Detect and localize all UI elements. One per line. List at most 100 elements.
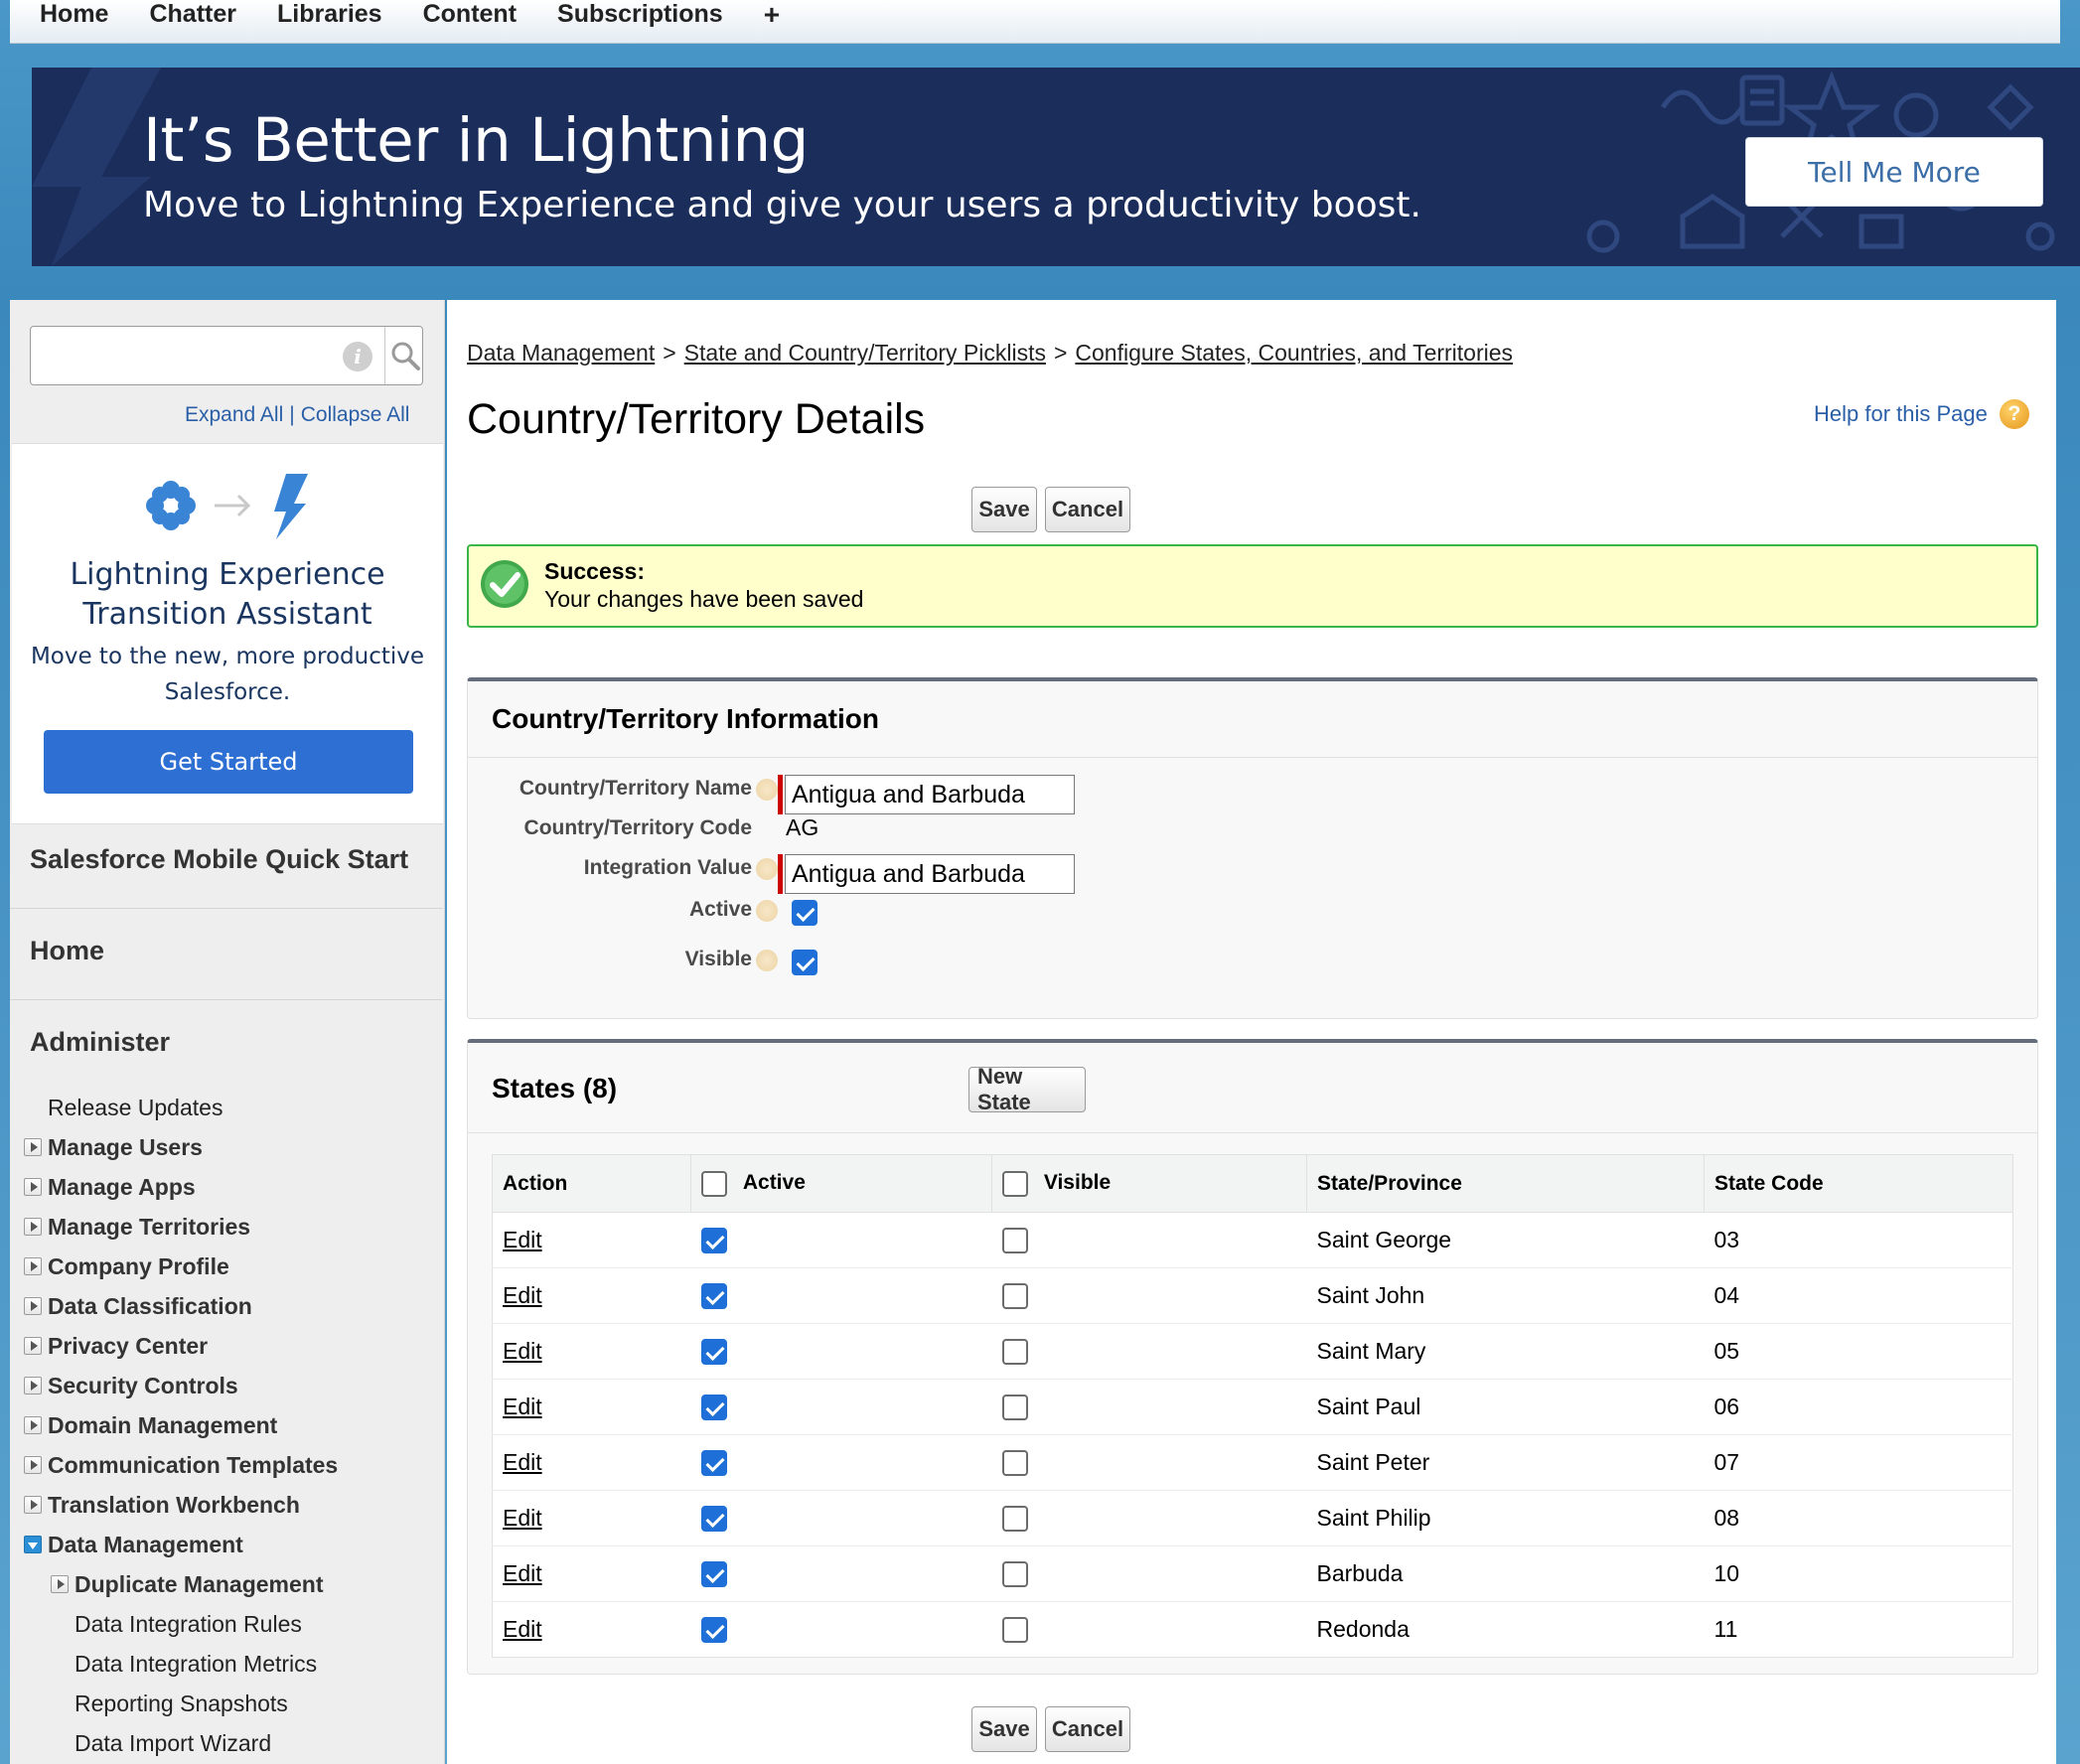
edit-link[interactable]: Edit: [503, 1449, 542, 1475]
row-active-checkbox[interactable]: [700, 1228, 727, 1254]
row-visible-checkbox[interactable]: [1001, 1617, 1028, 1644]
get-started-button[interactable]: Get Started: [44, 730, 413, 794]
tab-chatter[interactable]: Chatter: [149, 0, 236, 29]
collapse-toggle-icon[interactable]: [24, 1536, 42, 1553]
action-cell: Edit: [492, 1323, 691, 1380]
sidebar-item-manage-territories[interactable]: Manage Territories: [48, 1214, 250, 1241]
visible-checkbox[interactable]: [792, 950, 817, 975]
sidebar-item-manage-users[interactable]: Manage Users: [48, 1134, 203, 1161]
expand-toggle-icon[interactable]: [24, 1297, 42, 1315]
active-help-icon[interactable]: [756, 900, 778, 922]
row-active-checkbox[interactable]: [700, 1283, 727, 1310]
expand-toggle-icon[interactable]: [24, 1377, 42, 1395]
states-panel: States (8) New State Action Active Visib…: [467, 1039, 2038, 1675]
edit-link[interactable]: Edit: [503, 1227, 542, 1252]
sidebar-item-communication-templates[interactable]: Communication Templates: [48, 1452, 338, 1479]
sidebar-item-security-controls[interactable]: Security Controls: [48, 1373, 238, 1399]
save-button-bottom[interactable]: Save: [971, 1706, 1037, 1752]
select-all-active-checkbox[interactable]: [701, 1170, 727, 1197]
collapse-all-link[interactable]: Collapse All: [301, 403, 410, 426]
breadcrumb-data-management[interactable]: Data Management: [467, 340, 655, 366]
edit-link[interactable]: Edit: [503, 1616, 542, 1642]
visible-help-icon[interactable]: [756, 950, 778, 971]
mobile-quick-start-link[interactable]: Salesforce Mobile Quick Start: [30, 844, 408, 875]
row-active-checkbox[interactable]: [700, 1506, 727, 1533]
row-visible-checkbox[interactable]: [1001, 1506, 1028, 1533]
expand-toggle-icon[interactable]: [24, 1257, 42, 1275]
select-all-visible-checkbox[interactable]: [1002, 1170, 1028, 1197]
search-icon[interactable]: [388, 339, 422, 372]
tab-libraries[interactable]: Libraries: [277, 0, 382, 29]
sidebar-item-data-management[interactable]: Data Management: [48, 1532, 243, 1558]
breadcrumb-configure-states[interactable]: Configure States, Countries, and Territo…: [1075, 340, 1513, 366]
expand-toggle-icon[interactable]: [24, 1337, 42, 1355]
sidebar-item-reporting-snapshots[interactable]: Reporting Snapshots: [74, 1690, 288, 1717]
sidebar-item-company-profile[interactable]: Company Profile: [48, 1253, 229, 1280]
edit-link[interactable]: Edit: [503, 1338, 542, 1364]
info-icon[interactable]: i: [343, 342, 372, 371]
col-active: Active: [690, 1154, 992, 1213]
sidebar-item-duplicate-management[interactable]: Duplicate Management: [74, 1571, 324, 1598]
help-link[interactable]: Help for this Page ?: [1814, 399, 2029, 429]
active-cell: [690, 1379, 992, 1435]
row-visible-checkbox[interactable]: [1001, 1450, 1028, 1477]
help-icon[interactable]: ?: [1999, 399, 2029, 429]
sidebar-item-data-integration-rules[interactable]: Data Integration Rules: [74, 1611, 302, 1638]
row-visible-checkbox[interactable]: [1001, 1395, 1028, 1421]
sidebar-search-input[interactable]: [37, 335, 335, 376]
active-cell: [690, 1267, 992, 1324]
state-name-cell: Saint Philip: [1306, 1490, 1705, 1546]
cancel-button[interactable]: Cancel: [1045, 487, 1130, 532]
new-state-button[interactable]: New State: [968, 1064, 1086, 1114]
edit-link[interactable]: Edit: [503, 1394, 542, 1419]
expand-toggle-icon[interactable]: [24, 1178, 42, 1196]
active-checkbox[interactable]: [792, 900, 817, 926]
tab-content[interactable]: Content: [423, 0, 517, 29]
expand-toggle-icon[interactable]: [24, 1416, 42, 1434]
breadcrumb-state-country-picklists[interactable]: State and Country/Territory Picklists: [684, 340, 1046, 366]
sidebar-item-data-classification[interactable]: Data Classification: [48, 1293, 252, 1320]
add-tab-plus-icon[interactable]: +: [764, 0, 780, 31]
sidebar-home-link[interactable]: Home: [30, 936, 104, 966]
edit-link[interactable]: Edit: [503, 1560, 542, 1586]
edit-link[interactable]: Edit: [503, 1282, 542, 1308]
row-visible-checkbox[interactable]: [1001, 1228, 1028, 1254]
cancel-button-bottom[interactable]: Cancel: [1045, 1706, 1130, 1752]
country-info-panel: Country/Territory Information Country/Te…: [467, 677, 2038, 1019]
integration-value-help-icon[interactable]: [756, 858, 778, 880]
sidebar-item-domain-management[interactable]: Domain Management: [48, 1412, 277, 1439]
expand-toggle-icon[interactable]: [24, 1456, 42, 1474]
row-active-checkbox[interactable]: [700, 1339, 727, 1366]
edit-link[interactable]: Edit: [503, 1505, 542, 1531]
table-row: Edit Saint John 04: [492, 1267, 2013, 1324]
country-name-help-icon[interactable]: [756, 779, 778, 801]
sidebar-item-data-integration-metrics[interactable]: Data Integration Metrics: [74, 1651, 317, 1678]
col-action: Action: [492, 1154, 691, 1213]
row-active-checkbox[interactable]: [700, 1450, 727, 1477]
expand-toggle-icon[interactable]: [24, 1496, 42, 1514]
sidebar-item-privacy-center[interactable]: Privacy Center: [48, 1333, 208, 1360]
tell-me-more-button[interactable]: Tell Me More: [1745, 137, 2043, 207]
row-visible-checkbox[interactable]: [1001, 1339, 1028, 1366]
action-cell: Edit: [492, 1379, 691, 1435]
expand-toggle-icon[interactable]: [24, 1218, 42, 1236]
row-active-checkbox[interactable]: [700, 1561, 727, 1588]
save-button[interactable]: Save: [971, 487, 1037, 532]
col-state-code: State Code: [1704, 1154, 2013, 1213]
row-active-checkbox[interactable]: [700, 1395, 727, 1421]
expand-toggle-icon[interactable]: [24, 1138, 42, 1156]
state-code-cell: 10: [1704, 1545, 2013, 1602]
expand-toggle-icon[interactable]: [51, 1575, 69, 1593]
sidebar-item-translation-workbench[interactable]: Translation Workbench: [48, 1492, 300, 1519]
country-name-input[interactable]: [785, 775, 1075, 814]
sidebar-item-data-import-wizard[interactable]: Data Import Wizard: [74, 1730, 271, 1757]
sidebar-item-manage-apps[interactable]: Manage Apps: [48, 1174, 196, 1201]
sidebar-item-release-updates[interactable]: Release Updates: [48, 1095, 223, 1121]
row-visible-checkbox[interactable]: [1001, 1283, 1028, 1310]
row-active-checkbox[interactable]: [700, 1617, 727, 1644]
integration-value-input[interactable]: [785, 854, 1075, 894]
tab-home[interactable]: Home: [40, 0, 108, 29]
row-visible-checkbox[interactable]: [1001, 1561, 1028, 1588]
tab-subscriptions[interactable]: Subscriptions: [557, 0, 723, 29]
expand-all-link[interactable]: Expand All: [185, 403, 283, 426]
